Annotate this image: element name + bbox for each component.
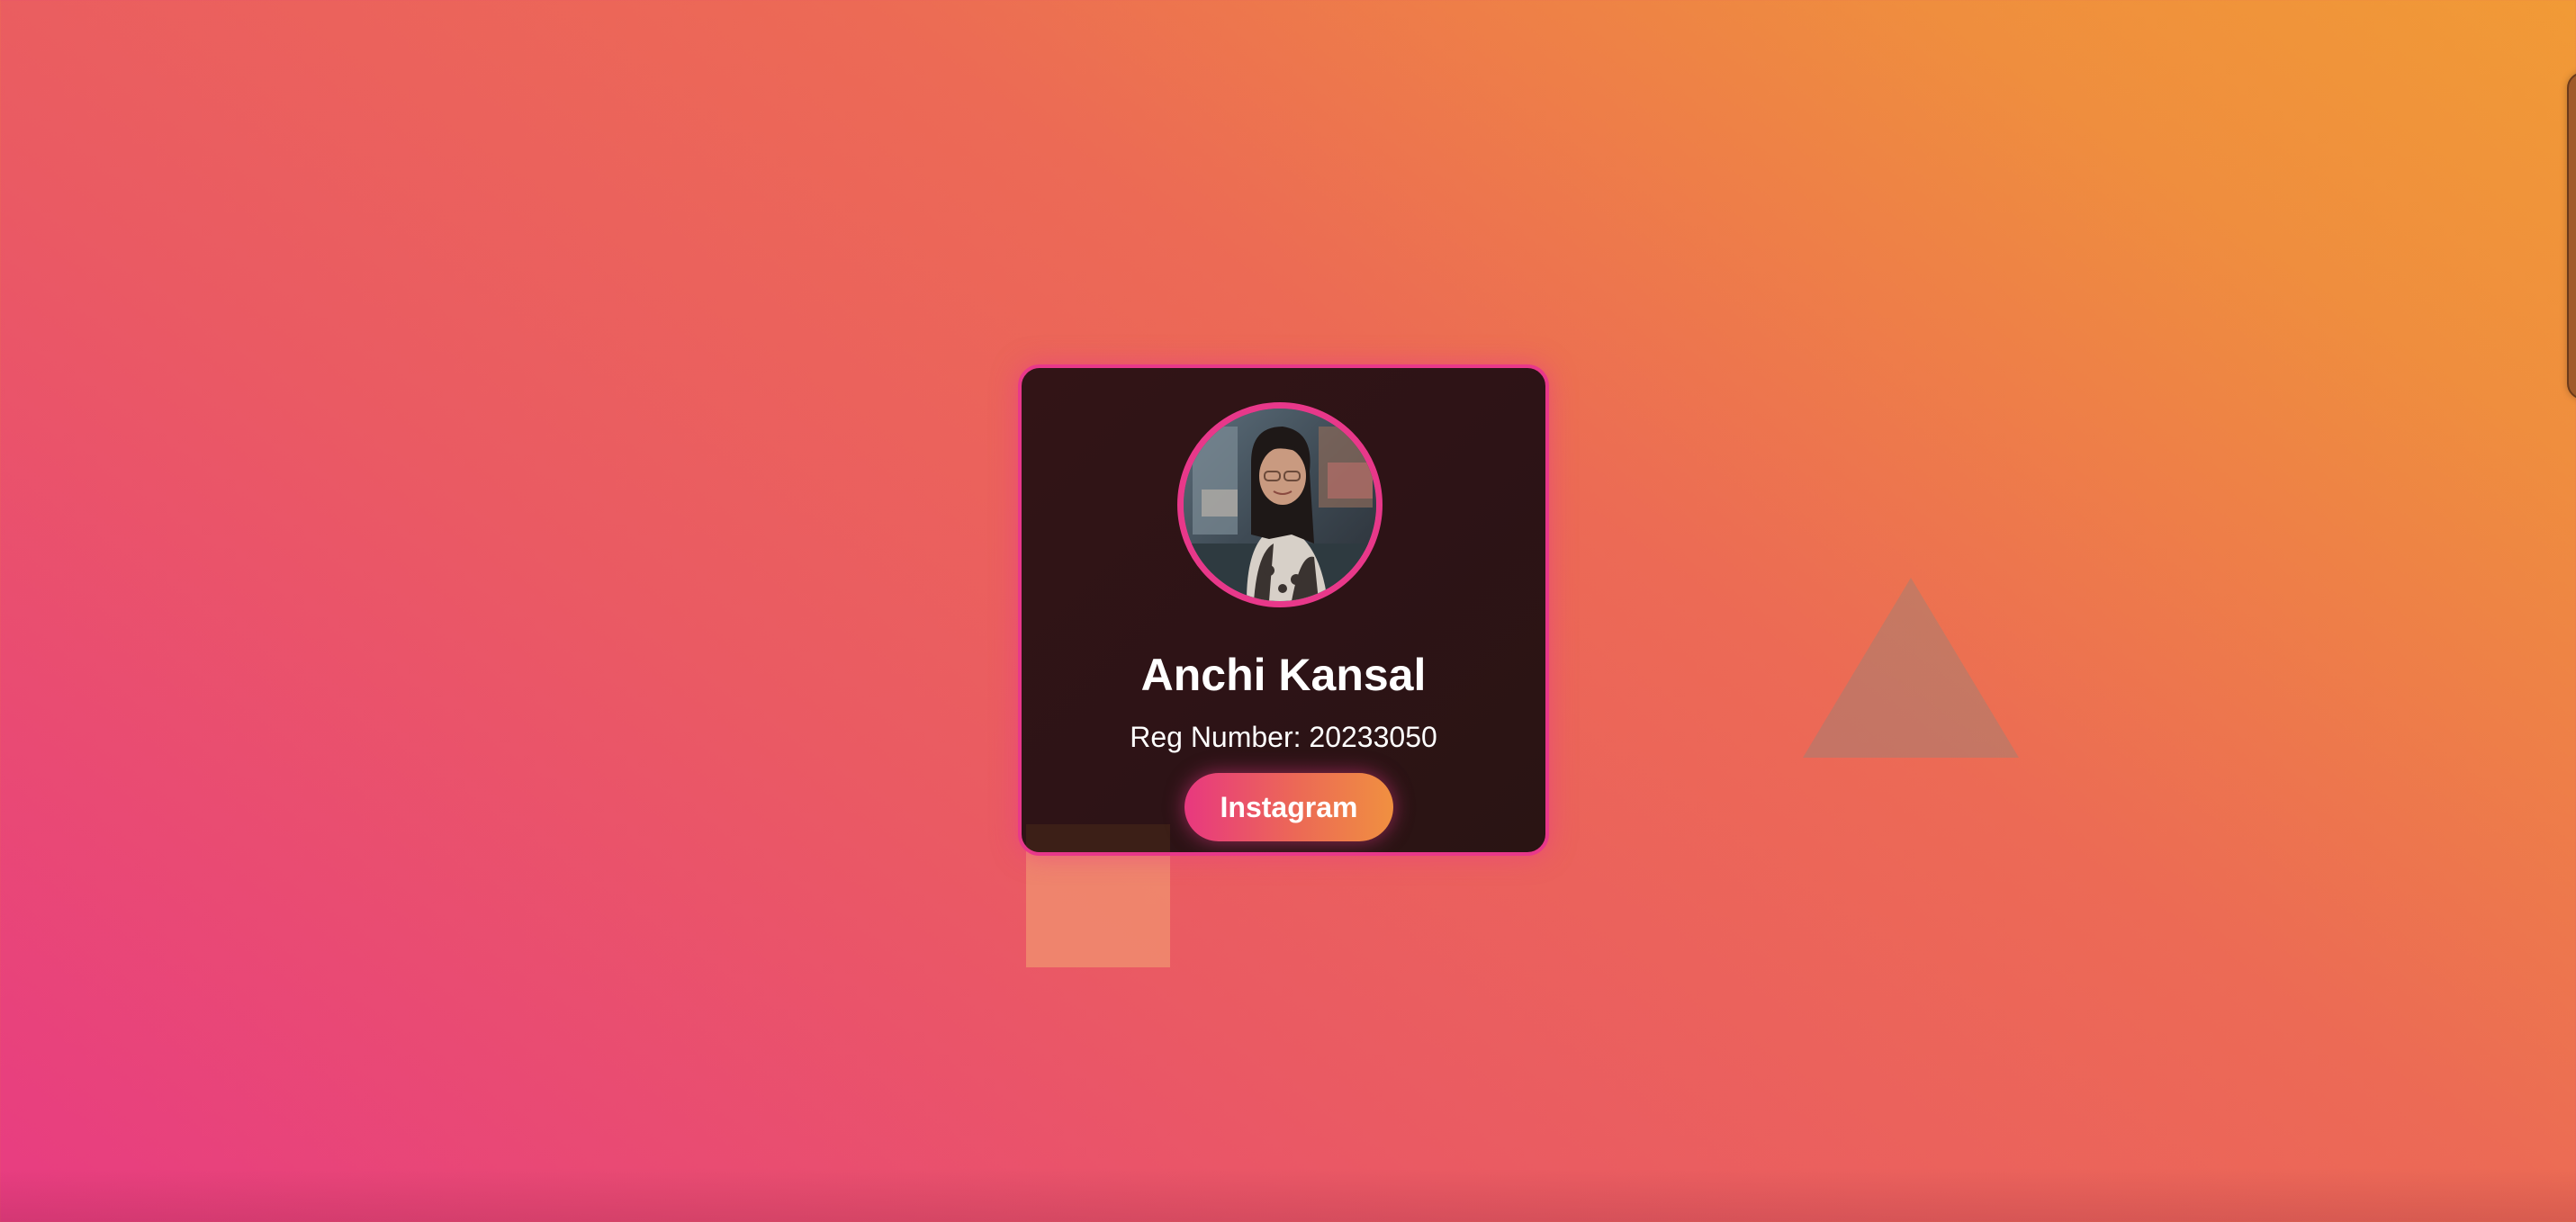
profile-name: Anchi Kansal — [1140, 650, 1427, 700]
profile-card: Anchi Kansal Reg Number: 20233050 Instag… — [1018, 364, 1549, 856]
decorative-square-overlap — [1026, 824, 1170, 852]
edge-side-panel[interactable] — [2567, 72, 2576, 400]
reg-label: Reg Number: — [1130, 721, 1302, 753]
avatar — [1177, 402, 1383, 607]
reg-value: 20233050 — [1309, 721, 1437, 753]
profile-photo — [1184, 409, 1376, 601]
background-bottom-shade — [0, 1168, 2576, 1222]
decorative-triangle — [1803, 578, 2019, 758]
instagram-button[interactable]: Instagram — [1184, 773, 1393, 841]
registration-number: Reg Number: 20233050 — [1022, 721, 1545, 754]
